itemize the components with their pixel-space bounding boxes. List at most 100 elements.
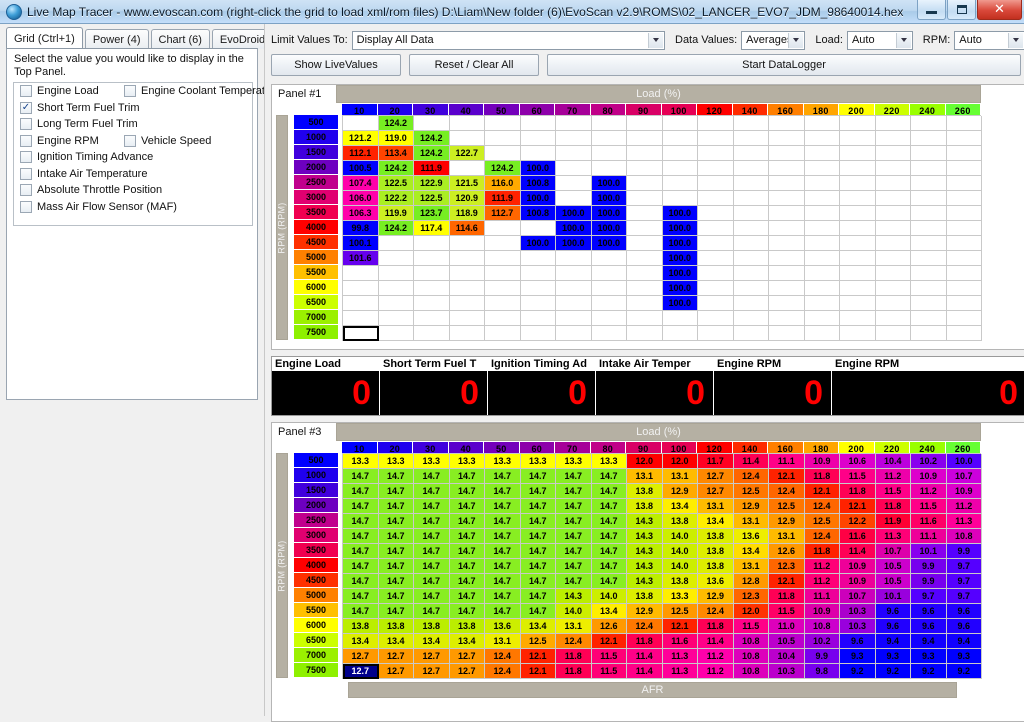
heatmap-cell[interactable]: 13.8 bbox=[414, 619, 450, 634]
heatmap-cell[interactable]: 11.8 bbox=[804, 544, 840, 559]
heatmap-cell[interactable]: 9.4 bbox=[875, 634, 911, 649]
heatmap-cell[interactable] bbox=[733, 116, 769, 131]
heatmap-cell[interactable]: 14.0 bbox=[662, 544, 698, 559]
heatmap-cell[interactable]: 12.7 bbox=[414, 664, 450, 679]
heatmap-cell[interactable] bbox=[627, 236, 663, 251]
heatmap-cell[interactable]: 13.8 bbox=[378, 619, 414, 634]
heatmap-cell[interactable] bbox=[520, 296, 556, 311]
heatmap-cell[interactable] bbox=[946, 176, 982, 191]
heatmap-cell[interactable] bbox=[804, 326, 840, 341]
checkbox-short-term-fuel-trim[interactable]: ✓ Short Term Fuel Trim bbox=[20, 101, 140, 114]
checkbox-engine-rpm[interactable]: Engine RPM bbox=[20, 134, 99, 147]
heatmap-cell[interactable]: 14.7 bbox=[343, 604, 379, 619]
heatmap-cell[interactable]: 100.8 bbox=[520, 206, 556, 221]
heatmap-cell[interactable]: 11.2 bbox=[911, 484, 947, 499]
heatmap-cell[interactable]: 14.7 bbox=[343, 469, 379, 484]
heatmap-cell[interactable]: 12.1 bbox=[804, 484, 840, 499]
maximize-button[interactable] bbox=[947, 0, 976, 20]
heatmap-cell[interactable] bbox=[875, 266, 911, 281]
heatmap-cell[interactable] bbox=[662, 146, 698, 161]
heatmap-cell[interactable]: 13.3 bbox=[591, 454, 627, 469]
heatmap-cell[interactable]: 12.4 bbox=[627, 619, 663, 634]
heatmap-cell[interactable]: 13.6 bbox=[485, 619, 521, 634]
heatmap-cell[interactable]: 11.8 bbox=[840, 484, 876, 499]
heatmap-cell[interactable]: 12.5 bbox=[662, 604, 698, 619]
heatmap-cell[interactable]: 9.4 bbox=[946, 634, 982, 649]
heatmap-cell[interactable]: 13.8 bbox=[627, 484, 663, 499]
heatmap-cell[interactable] bbox=[946, 251, 982, 266]
heatmap-cell[interactable] bbox=[911, 326, 947, 341]
heatmap-cell[interactable]: 100.0 bbox=[556, 221, 592, 236]
heatmap-cell[interactable]: 12.4 bbox=[556, 634, 592, 649]
heatmap-cell[interactable] bbox=[662, 191, 698, 206]
heatmap-cell[interactable]: 12.8 bbox=[733, 574, 769, 589]
heatmap-cell[interactable]: 10.9 bbox=[840, 559, 876, 574]
heatmap-cell[interactable]: 10.8 bbox=[733, 634, 769, 649]
heatmap-cell[interactable]: 14.7 bbox=[520, 574, 556, 589]
heatmap-cell[interactable] bbox=[449, 251, 485, 266]
heatmap-cell[interactable]: 13.1 bbox=[698, 499, 734, 514]
heatmap-cell[interactable] bbox=[875, 206, 911, 221]
heatmap-cell[interactable] bbox=[520, 131, 556, 146]
heatmap-cell[interactable] bbox=[485, 116, 521, 131]
heatmap-cell[interactable] bbox=[769, 236, 805, 251]
heatmap-cell[interactable]: 14.7 bbox=[556, 529, 592, 544]
heatmap-cell[interactable]: 14.7 bbox=[378, 544, 414, 559]
heatmap-cell[interactable]: 11.5 bbox=[591, 649, 627, 664]
heatmap-cell[interactable]: 14.7 bbox=[591, 574, 627, 589]
heatmap-cell[interactable]: 12.1 bbox=[840, 499, 876, 514]
heatmap-cell[interactable] bbox=[343, 296, 379, 311]
heatmap-cell[interactable]: 11.4 bbox=[627, 649, 663, 664]
heatmap-cell[interactable]: 14.7 bbox=[485, 559, 521, 574]
heatmap-cell[interactable] bbox=[875, 161, 911, 176]
heatmap-cell[interactable] bbox=[733, 281, 769, 296]
heatmap-cell[interactable] bbox=[556, 116, 592, 131]
heatmap-cell[interactable] bbox=[911, 311, 947, 326]
heatmap-cell[interactable] bbox=[627, 206, 663, 221]
heatmap-cell[interactable] bbox=[804, 266, 840, 281]
heatmap-cell[interactable]: 9.6 bbox=[875, 604, 911, 619]
heatmap-cell[interactable]: 12.7 bbox=[378, 664, 414, 679]
heatmap-cell[interactable]: 13.6 bbox=[698, 574, 734, 589]
heatmap-cell[interactable]: 14.7 bbox=[414, 529, 450, 544]
heatmap-cell[interactable] bbox=[591, 131, 627, 146]
heatmap-cell[interactable]: 12.0 bbox=[662, 454, 698, 469]
heatmap-cell[interactable] bbox=[378, 236, 414, 251]
heatmap-cell[interactable]: 121.2 bbox=[343, 131, 379, 146]
heatmap-cell[interactable] bbox=[769, 206, 805, 221]
heatmap-cell[interactable]: 10.9 bbox=[946, 484, 982, 499]
heatmap-cell[interactable] bbox=[769, 266, 805, 281]
heatmap-cell[interactable]: 14.0 bbox=[591, 589, 627, 604]
heatmap-cell[interactable] bbox=[485, 221, 521, 236]
heatmap-cell[interactable] bbox=[804, 311, 840, 326]
heatmap-cell[interactable]: 14.0 bbox=[556, 604, 592, 619]
heatmap-cell[interactable]: 13.6 bbox=[733, 529, 769, 544]
heatmap-cell[interactable]: 100.1 bbox=[343, 236, 379, 251]
heatmap-cell[interactable] bbox=[840, 176, 876, 191]
heatmap-cell[interactable] bbox=[946, 131, 982, 146]
heatmap-cell[interactable]: 14.7 bbox=[591, 559, 627, 574]
heatmap-cell[interactable] bbox=[911, 116, 947, 131]
heatmap-cell[interactable] bbox=[449, 311, 485, 326]
heatmap-cell[interactable]: 10.7 bbox=[946, 469, 982, 484]
heatmap-cell[interactable] bbox=[698, 221, 734, 236]
heatmap-cell[interactable]: 12.2 bbox=[840, 514, 876, 529]
heatmap-cell[interactable]: 11.5 bbox=[769, 604, 805, 619]
heatmap-cell[interactable]: 113.4 bbox=[378, 146, 414, 161]
heatmap-cell[interactable]: 13.4 bbox=[591, 604, 627, 619]
heatmap-cell[interactable]: 11.2 bbox=[698, 649, 734, 664]
heatmap-cell[interactable] bbox=[946, 221, 982, 236]
heatmap-cell[interactable]: 9.2 bbox=[840, 664, 876, 679]
heatmap-cell[interactable]: 12.1 bbox=[520, 649, 556, 664]
heatmap-cell[interactable]: 13.3 bbox=[414, 454, 450, 469]
heatmap-cell[interactable] bbox=[804, 221, 840, 236]
heatmap-cell[interactable] bbox=[520, 281, 556, 296]
heatmap-cell[interactable]: 11.8 bbox=[556, 664, 592, 679]
heatmap-cell[interactable]: 14.3 bbox=[627, 529, 663, 544]
heatmap-cell[interactable]: 14.7 bbox=[520, 544, 556, 559]
heatmap-cell[interactable]: 9.8 bbox=[804, 664, 840, 679]
heatmap-cell[interactable]: 9.9 bbox=[911, 574, 947, 589]
heatmap-cell[interactable]: 14.7 bbox=[520, 559, 556, 574]
checkbox-long-term-fuel-trim[interactable]: Long Term Fuel Trim bbox=[20, 118, 138, 131]
limit-values-select[interactable]: Display All Data bbox=[351, 30, 665, 50]
